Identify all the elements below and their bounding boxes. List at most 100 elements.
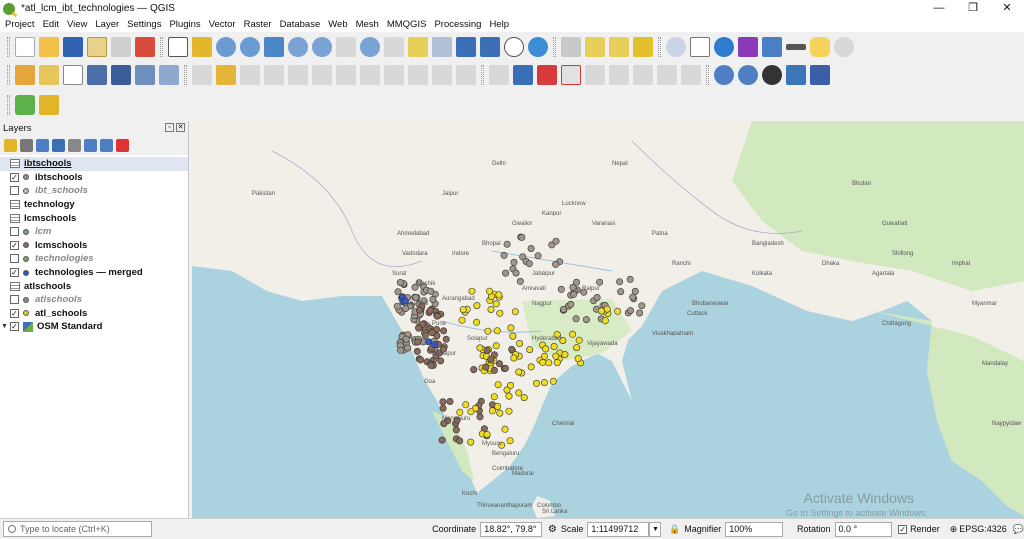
atl-school-point[interactable] xyxy=(574,355,582,363)
layer-row[interactable]: ✓ lcmschools xyxy=(0,239,188,253)
lcm-school-point[interactable] xyxy=(446,397,454,405)
atl-school-point[interactable] xyxy=(601,317,609,325)
atl-school-point[interactable] xyxy=(467,438,475,446)
processing-toolbox-icon[interactable] xyxy=(714,36,734,57)
label-toolbar-icon[interactable] xyxy=(489,65,509,85)
menu-processing[interactable]: Processing xyxy=(434,19,481,30)
new-project-icon[interactable] xyxy=(15,36,35,57)
atl-school-point[interactable] xyxy=(490,393,498,401)
toolbar-grip[interactable] xyxy=(706,65,709,85)
layer-diagram-icon[interactable] xyxy=(537,65,557,85)
menu-mmqgis[interactable]: MMQGIS xyxy=(387,19,427,30)
help-icon[interactable] xyxy=(810,65,830,85)
layer-row[interactable]: ▼ ✓ OSM Standard xyxy=(0,320,188,334)
messages-icon[interactable]: 💬 xyxy=(1013,524,1024,535)
lcm-school-point[interactable] xyxy=(482,363,490,371)
new-3d-view-icon[interactable] xyxy=(432,36,452,57)
atl-school-point[interactable] xyxy=(516,340,524,348)
atl-school-point[interactable] xyxy=(473,318,481,326)
highlight-pinned-labels-icon[interactable] xyxy=(561,65,581,85)
lcm-school-point[interactable] xyxy=(413,347,421,355)
atl-school-point[interactable] xyxy=(527,363,535,371)
add-raster-layer-icon[interactable] xyxy=(87,65,107,85)
lcm-school-point[interactable] xyxy=(421,331,429,339)
ibt-school-point[interactable] xyxy=(393,302,401,310)
lcm-school-point[interactable] xyxy=(501,364,509,372)
style-manager-icon[interactable] xyxy=(135,36,155,57)
save-project-icon[interactable] xyxy=(63,36,83,57)
undo-icon[interactable] xyxy=(432,65,452,85)
layer-row[interactable]: technology xyxy=(0,198,188,212)
atl-school-point[interactable] xyxy=(488,407,496,415)
atl-school-point[interactable] xyxy=(462,401,470,409)
atl-school-point[interactable] xyxy=(476,344,484,352)
zoom-to-selection-icon[interactable] xyxy=(288,36,308,57)
filter-by-expression-icon[interactable] xyxy=(68,139,81,152)
ibt-school-point[interactable] xyxy=(596,278,604,286)
atl-school-point[interactable] xyxy=(494,402,502,410)
manage-map-themes-icon[interactable] xyxy=(36,139,49,152)
zoom-out-icon[interactable] xyxy=(240,36,260,57)
menu-settings[interactable]: Settings xyxy=(127,19,161,30)
atl-school-point[interactable] xyxy=(561,351,569,359)
data-source-manager-icon[interactable] xyxy=(15,65,35,85)
lcm-school-point[interactable] xyxy=(428,329,436,337)
atl-school-point[interactable] xyxy=(505,392,513,400)
ibt-school-point[interactable] xyxy=(560,305,568,313)
menu-web[interactable]: Web xyxy=(328,19,347,30)
ibt-school-point[interactable] xyxy=(572,315,580,323)
atl-school-point[interactable] xyxy=(506,437,514,445)
atl-school-point[interactable] xyxy=(467,408,475,416)
atl-school-point[interactable] xyxy=(505,407,513,415)
menu-edit[interactable]: Edit xyxy=(43,19,59,30)
layer-labeling-icon[interactable] xyxy=(513,65,533,85)
ibt-school-point[interactable] xyxy=(636,309,644,317)
lcm-school-point[interactable] xyxy=(439,404,447,412)
remove-layer-icon[interactable] xyxy=(116,139,129,152)
current-edits-icon[interactable] xyxy=(192,65,212,85)
menu-mesh[interactable]: Mesh xyxy=(356,19,379,30)
menu-help[interactable]: Help xyxy=(489,19,509,30)
ibt-school-point[interactable] xyxy=(626,275,634,283)
map-canvas[interactable]: Activate Windows Go to Settings to activ… xyxy=(192,121,1024,518)
add-group-icon[interactable] xyxy=(20,139,33,152)
add-wms-layer-icon[interactable] xyxy=(135,65,155,85)
merged-technology-point[interactable] xyxy=(431,341,439,349)
ibt-school-point[interactable] xyxy=(516,277,524,285)
atl-school-point[interactable] xyxy=(515,368,523,376)
layer-visibility-checkbox[interactable]: ✓ xyxy=(10,308,19,318)
atl-school-point[interactable] xyxy=(483,430,491,438)
atl-school-point[interactable] xyxy=(575,336,583,344)
layer-visibility-checkbox[interactable]: ✓ xyxy=(10,172,19,182)
atl-school-point[interactable] xyxy=(473,302,481,310)
ibt-school-point[interactable] xyxy=(502,269,510,277)
lcm-school-point[interactable] xyxy=(476,413,484,421)
atl-school-point[interactable] xyxy=(545,359,553,367)
layer-row[interactable]: ibt_schools xyxy=(0,184,188,198)
atl-school-point[interactable] xyxy=(540,379,548,387)
ibt-school-point[interactable] xyxy=(552,260,560,268)
new-print-layout-icon[interactable] xyxy=(87,36,107,57)
ibt-school-point[interactable] xyxy=(397,346,405,354)
open-layer-styling-icon[interactable] xyxy=(4,139,17,152)
menu-vector[interactable]: Vector xyxy=(209,19,236,30)
lcm-school-point[interactable] xyxy=(508,345,516,353)
plugin-tool-icon[interactable] xyxy=(39,95,59,115)
ibt-school-point[interactable] xyxy=(631,287,639,295)
lock-icon[interactable]: 🔒 xyxy=(669,524,680,535)
scale-field[interactable]: 1:11499712 xyxy=(587,521,650,537)
python-console-icon[interactable] xyxy=(786,65,806,85)
layout-manager-icon[interactable] xyxy=(111,36,131,57)
new-geopackage-layer-icon[interactable] xyxy=(39,65,59,85)
lcm-school-point[interactable] xyxy=(483,347,491,355)
lcm-school-point[interactable] xyxy=(414,338,422,346)
lcm-school-point[interactable] xyxy=(415,324,423,332)
ibt-school-point[interactable] xyxy=(500,251,508,259)
zoom-next-icon[interactable] xyxy=(384,36,404,57)
ibt-school-point[interactable] xyxy=(617,288,625,296)
pan-map-icon[interactable] xyxy=(168,36,188,57)
select-by-value-icon[interactable] xyxy=(633,36,653,57)
atl-school-point[interactable] xyxy=(487,306,495,314)
reverse-geocode-icon[interactable] xyxy=(738,65,758,85)
delete-selected-icon[interactable] xyxy=(336,65,356,85)
